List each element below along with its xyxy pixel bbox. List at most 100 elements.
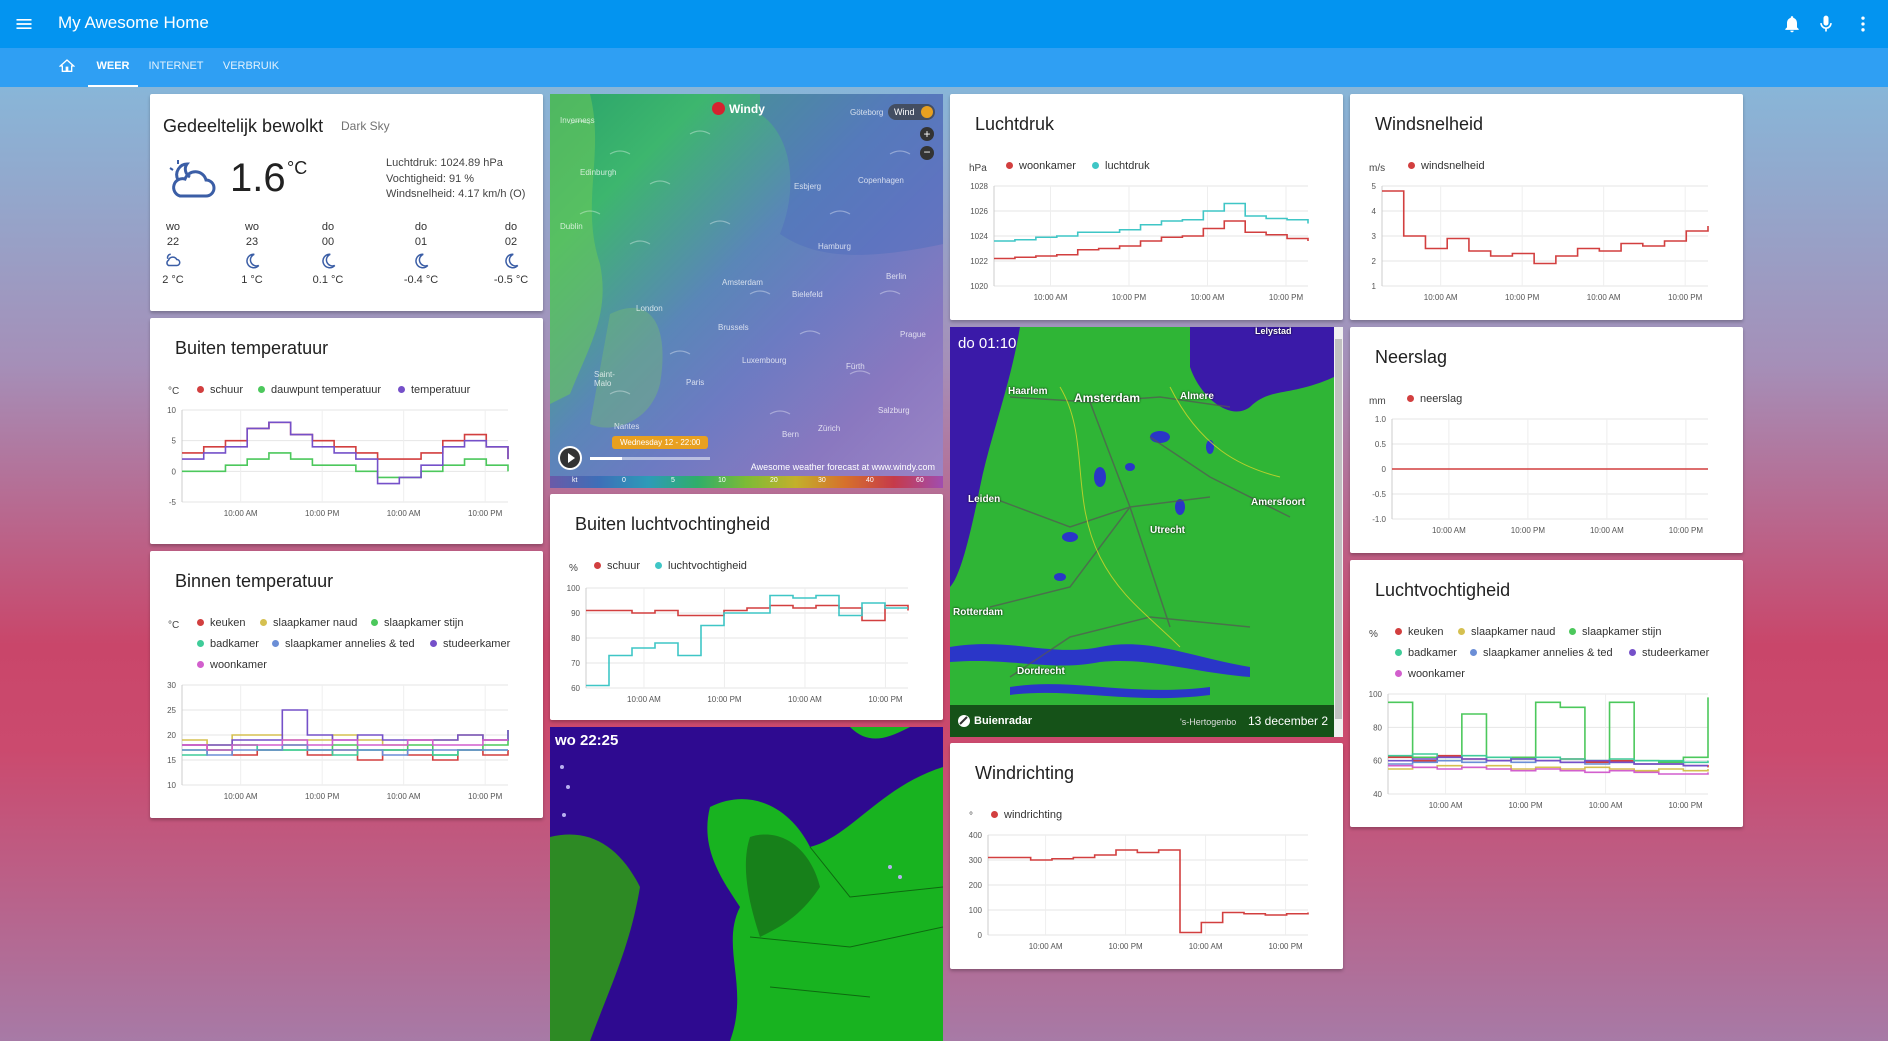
legend-item[interactable]: slaapkamer naud <box>260 617 357 629</box>
legend-item[interactable]: keuken <box>197 617 245 629</box>
zoom-out-button[interactable]: − <box>920 146 934 160</box>
tab-verbruik[interactable]: VERBRUIK <box>218 48 284 87</box>
windy-layer-selector[interactable]: Wind <box>888 104 935 120</box>
windy-credit[interactable]: Awesome weather forecast at www.windy.co… <box>751 462 935 472</box>
radar-scrollbar[interactable] <box>1334 327 1343 737</box>
x-tick-label: 10:00 PM <box>1268 942 1303 951</box>
microphone-icon[interactable] <box>1816 14 1836 34</box>
forecast-day-4: do 02 -0.5 °C <box>489 221 533 286</box>
x-tick-label: 10:00 PM <box>468 509 503 518</box>
legend-label: badkamer <box>1408 647 1457 659</box>
legend-item[interactable]: slaapkamer stijn <box>371 617 463 629</box>
home-icon <box>58 59 76 72</box>
scrollbar-thumb[interactable] <box>1335 339 1342 719</box>
card-title: Windsnelheid <box>1375 114 1484 134</box>
radar-time: do 01:10 <box>958 335 1017 352</box>
tab-bar: WEER INTERNET VERBRUIK <box>0 48 1888 87</box>
y-tick-label: 80 <box>1373 723 1382 732</box>
buienradar-map[interactable]: Lelystad Haarlem Amsterdam Almere Leiden… <box>950 327 1343 737</box>
zoom-in-button[interactable]: + <box>920 127 934 141</box>
radar-map-2[interactable]: wo 22:25 <box>550 727 943 1041</box>
temperature-value: 1.6 <box>230 156 286 200</box>
legend-item[interactable]: schuur <box>197 384 243 396</box>
legend-item[interactable]: slaapkamer naud <box>1458 626 1555 638</box>
legend-item[interactable]: studeerkamer <box>1629 647 1709 659</box>
x-tick-label: 10:00 AM <box>1590 526 1624 535</box>
wind-layer-icon <box>920 106 933 118</box>
city-label: Fürth <box>846 362 865 371</box>
legend-label: temperatuur <box>411 384 471 396</box>
legend-label: keuken <box>210 617 246 629</box>
x-tick-label: 10:00 PM <box>1108 942 1143 951</box>
x-tick-label: 10:00 AM <box>387 792 421 801</box>
moon-icon <box>322 253 336 269</box>
x-tick-label: 10:00 PM <box>868 695 903 704</box>
legend-item[interactable]: studeerkamer <box>430 638 510 650</box>
windy-logo[interactable]: Windy <box>712 102 765 116</box>
legend-label: schuur <box>607 560 641 572</box>
y-tick-label: -0.5 <box>1372 490 1386 499</box>
menu-icon[interactable] <box>14 14 34 34</box>
legend-item[interactable]: luchtdruk <box>1092 160 1150 172</box>
buienradar-brand[interactable]: Buienradar <box>974 715 1032 727</box>
forecast-temp: 0.1 °C <box>312 274 344 286</box>
city-label: 's-Hertogenbo <box>1180 717 1237 727</box>
moon-icon <box>415 253 429 269</box>
legend-item[interactable]: slaapkamer annelies & ted <box>1470 647 1613 659</box>
windy-map[interactable]: Inverness Göteborg Edinburgh Esbjerg Cop… <box>550 94 943 488</box>
x-tick-label: 10:00 PM <box>305 509 340 518</box>
forecast-day-label: wo <box>244 221 260 233</box>
legend-item[interactable]: neerslag <box>1407 393 1462 405</box>
more-vert-icon[interactable] <box>1853 14 1873 34</box>
legend-item[interactable]: luchtvochtigheid <box>655 560 747 572</box>
x-tick-label: 10:00 PM <box>1112 293 1147 302</box>
bell-icon[interactable] <box>1782 14 1802 34</box>
card-title: Binnen temperatuur <box>175 571 334 591</box>
legend-item[interactable]: dauwpunt temperatuur <box>258 384 381 396</box>
legend-item[interactable]: woonkamer <box>1395 668 1465 680</box>
y-tick-label: 20 <box>167 731 176 740</box>
legend-item[interactable]: woonkamer <box>197 659 267 671</box>
legend-item[interactable]: temperatuur <box>398 384 470 396</box>
y-tick-label: 1022 <box>970 257 988 266</box>
city-label: Amsterdam <box>1074 391 1141 405</box>
legend-item[interactable]: badkamer <box>1395 647 1457 659</box>
tab-home[interactable] <box>52 48 82 87</box>
y-tick-label: -5 <box>169 498 177 507</box>
y-tick-label: 25 <box>167 706 176 715</box>
card-title: Windrichting <box>975 763 1075 783</box>
legend-item[interactable]: windsnelheid <box>1408 160 1485 172</box>
forecast-day-0: wo 22 2 °C <box>151 221 195 286</box>
windy-timestamp: Wednesday 12 - 22:00 <box>612 436 709 449</box>
tab-weer[interactable]: WEER <box>88 48 138 87</box>
y-tick-label: 200 <box>969 881 983 890</box>
legend-label: woonkamer <box>1408 668 1465 680</box>
card-neerslag: Neerslag mm neerslag 1.0 0.5 0 -0.5 -1.0 10:0… <box>1350 327 1743 553</box>
legend-item[interactable]: keuken <box>1395 626 1443 638</box>
play-button[interactable] <box>558 446 582 470</box>
legend-label: keuken <box>1408 626 1444 638</box>
scale-tick: 5 <box>671 477 675 484</box>
legend-item[interactable]: woonkamer <box>1006 160 1076 172</box>
legend-item[interactable]: schuur <box>594 560 640 572</box>
legend-item[interactable]: slaapkamer annelies & ted <box>272 638 415 650</box>
radar-date: 13 december 2 <box>1248 714 1329 728</box>
y-tick-label: 60 <box>571 684 580 693</box>
forecast-day-1: wo 23 1 °C <box>230 221 274 286</box>
unit-label: % <box>569 563 578 574</box>
tab-internet[interactable]: INTERNET <box>144 48 208 87</box>
legend-item[interactable]: windrichting <box>991 809 1062 821</box>
series-line-studeerkamer <box>1388 756 1708 767</box>
legend-label: slaapkamer naud <box>273 617 358 629</box>
forecast-day-label: do <box>504 221 518 233</box>
legend-item[interactable]: slaapkamer stijn <box>1569 626 1661 638</box>
city-label: Saint-Malo <box>594 370 615 388</box>
play-icon <box>560 448 580 468</box>
y-tick-label: 80 <box>571 634 580 643</box>
weather-source: Dark Sky <box>341 119 390 133</box>
timeline-track[interactable] <box>590 457 710 460</box>
city-label: Bielefeld <box>792 290 823 299</box>
x-tick-label: 10:00 AM <box>1424 293 1458 302</box>
legend-item[interactable]: badkamer <box>197 638 259 650</box>
weather-card: Gedeeltelijk bewolkt Dark Sky 1.6 °C Luc… <box>150 94 543 311</box>
